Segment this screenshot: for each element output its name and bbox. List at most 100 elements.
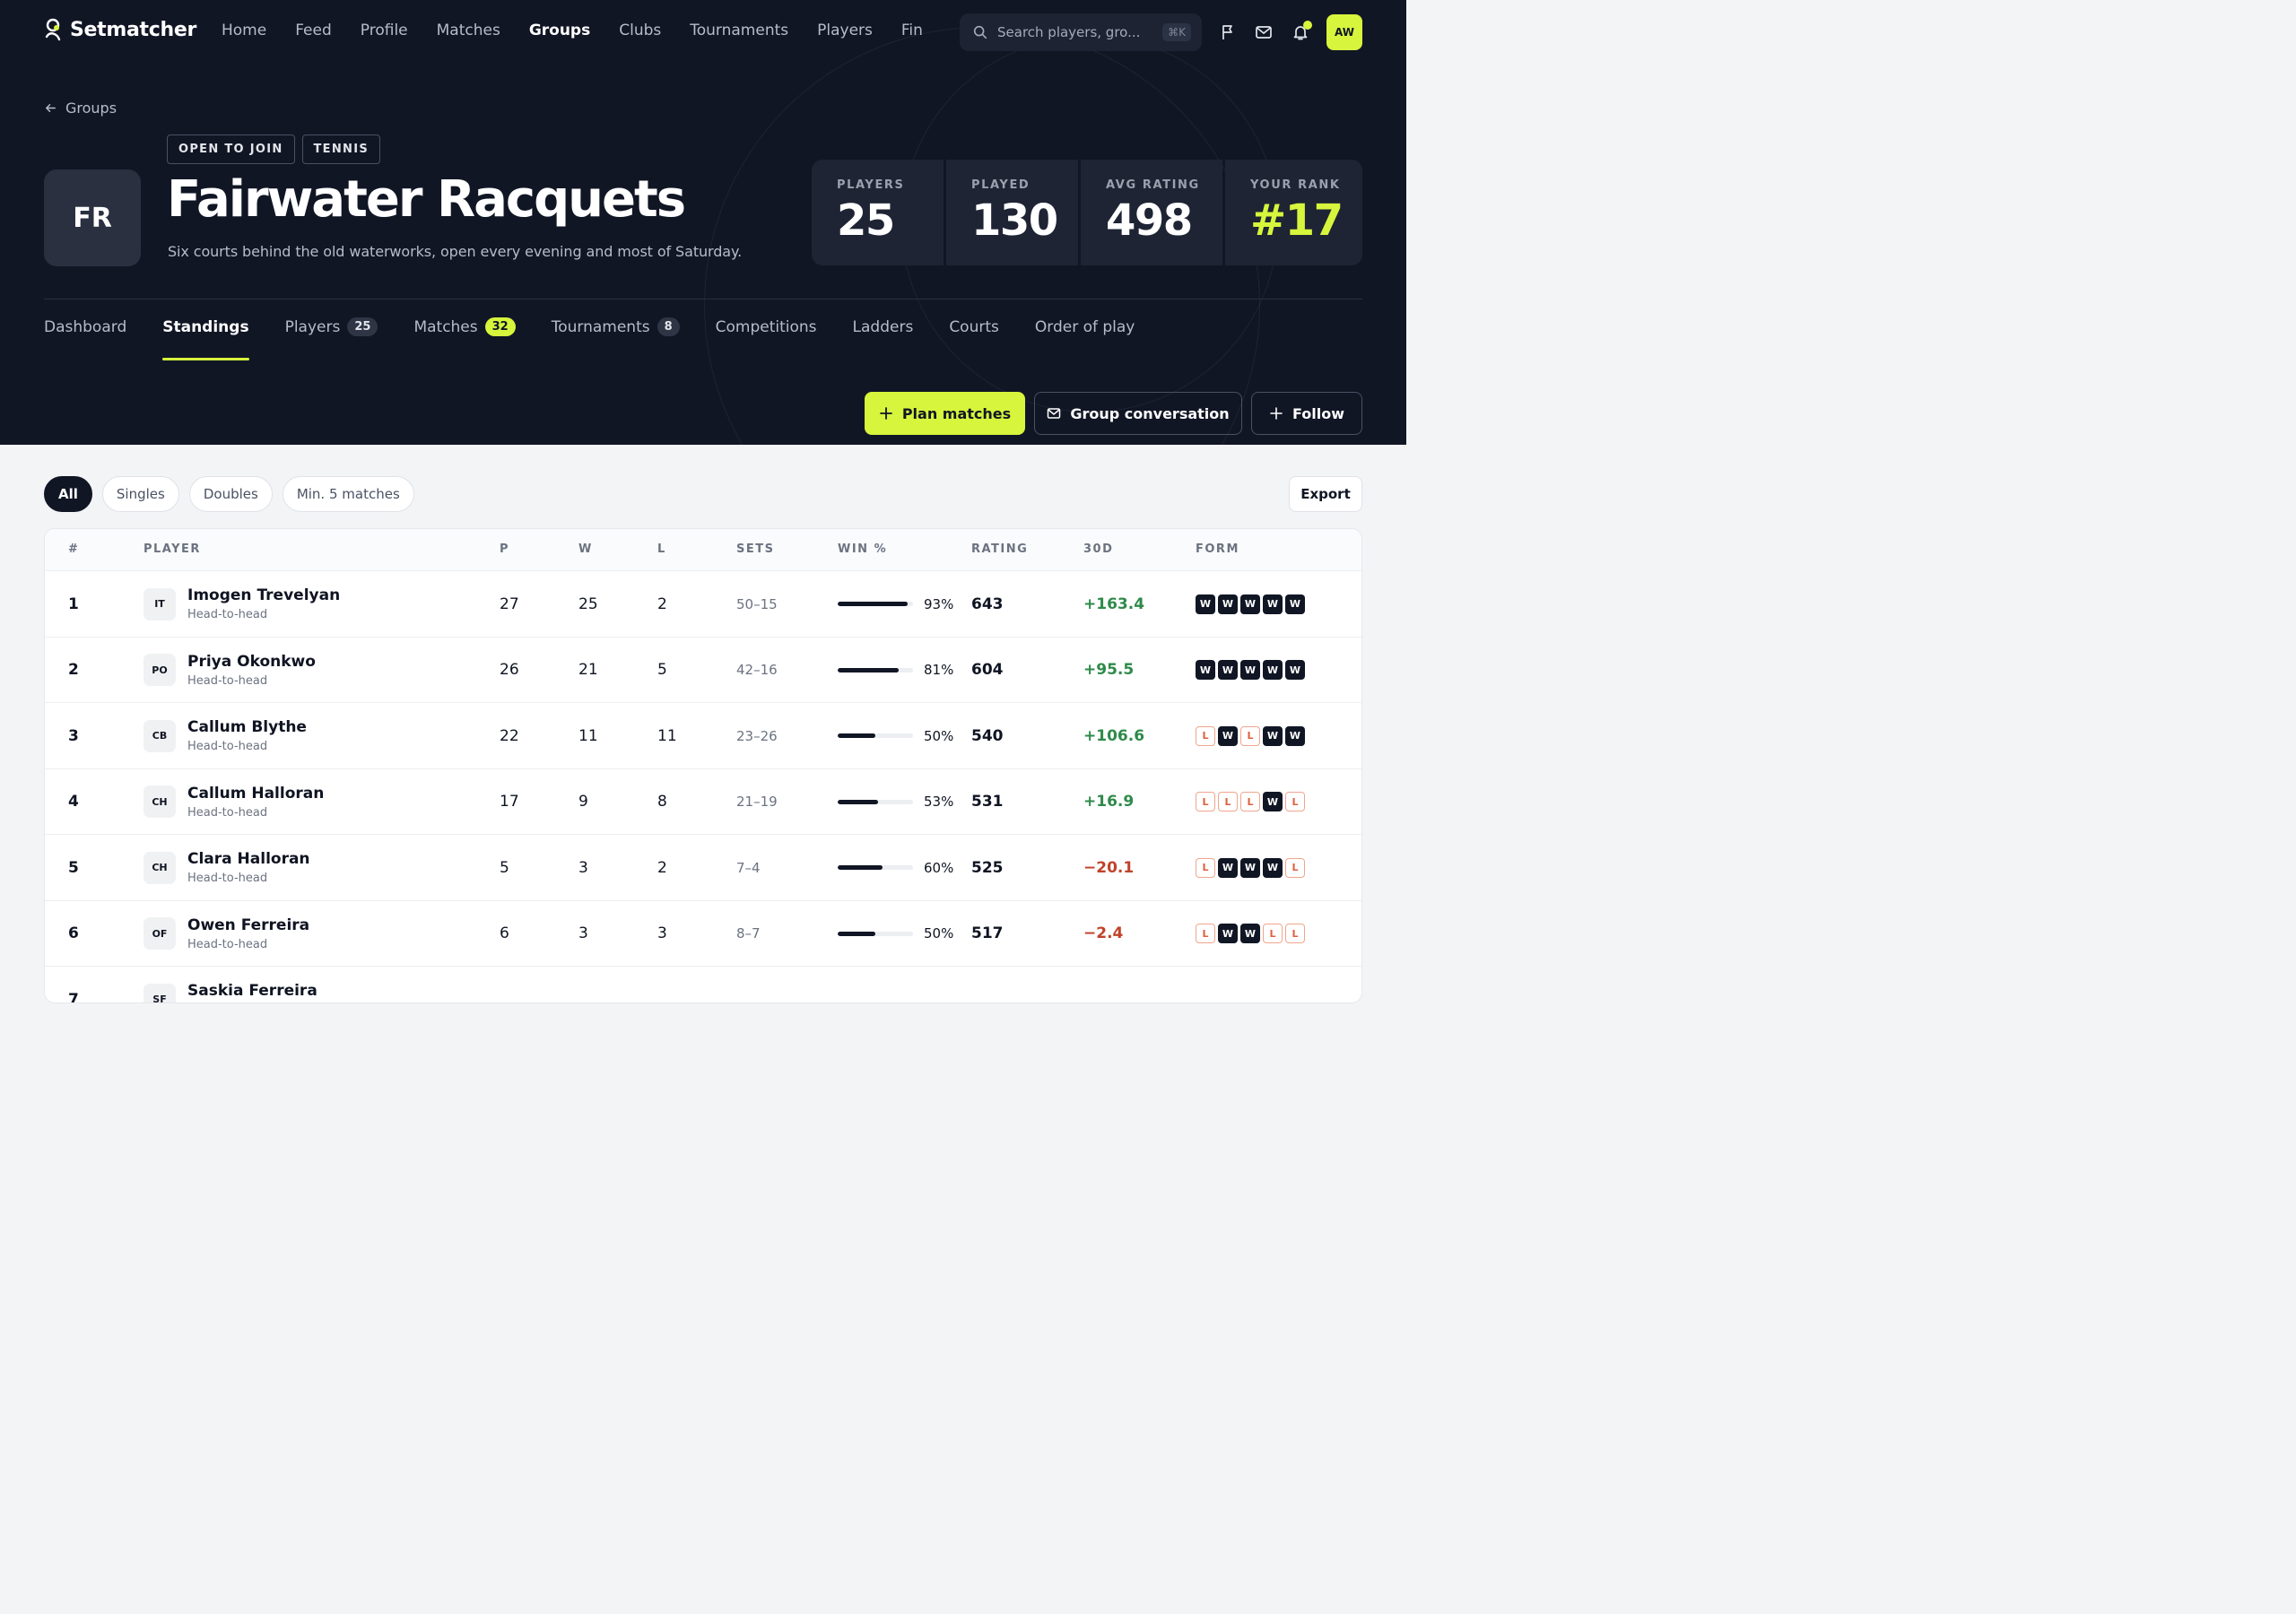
form-loss: L	[1218, 792, 1238, 811]
tab-order-of-play[interactable]: Order of play	[1035, 316, 1135, 360]
form-loss: L	[1196, 792, 1215, 811]
table-row[interactable]: 1 IT Imogen Trevelyan Head-to-head 27 25 2 50–1…	[45, 571, 1361, 638]
tab-matches[interactable]: Matches 32	[413, 316, 516, 360]
column-header[interactable]: PLAYER	[144, 542, 201, 556]
player-avatar: OF	[144, 917, 176, 950]
back-to-groups-link[interactable]: Groups	[44, 100, 117, 117]
tab-competitions[interactable]: Competitions	[716, 316, 817, 360]
brand-name: Setmatcher	[70, 18, 197, 41]
win-pct-cell: 93%	[838, 571, 953, 637]
stat-avg-rating: AVG RATING 498	[1081, 160, 1222, 265]
column-header[interactable]: W	[578, 542, 593, 556]
form-win: W	[1240, 660, 1260, 680]
column-header[interactable]: FORM	[1196, 542, 1239, 556]
head-to-head-link[interactable]: Head-to-head	[187, 674, 316, 688]
form-win: W	[1240, 924, 1260, 943]
nav-link-matches[interactable]: Matches	[437, 22, 500, 39]
rank-cell: 6	[68, 901, 79, 967]
player-name[interactable]: Owen Ferreira	[187, 916, 309, 934]
recent-form: LLLWL	[1196, 792, 1305, 811]
plus-icon	[879, 407, 892, 420]
table-row[interactable]: 2 PO Priya Okonkwo Head-to-head 26 21 5 42–16 81…	[45, 638, 1361, 703]
sets-cell: 50–15	[736, 571, 778, 637]
nav-link-clubs[interactable]: Clubs	[619, 22, 661, 39]
brand-logo[interactable]: Setmatcher	[43, 18, 196, 41]
filter-doubles[interactable]: Doubles	[188, 476, 273, 512]
form-loss: L	[1263, 924, 1283, 943]
mail-icon[interactable]	[1255, 23, 1273, 41]
search-box[interactable]: ⌘K	[960, 13, 1202, 51]
table-row[interactable]: 6 OF Owen Ferreira Head-to-head 6 3 3 8–7 50% 517…	[45, 901, 1361, 967]
head-to-head-link[interactable]: Head-to-head	[187, 806, 324, 820]
player-avatar: CB	[144, 719, 176, 752]
rating-change-30d: −2.4	[1083, 924, 1124, 942]
player-name[interactable]: Callum Halloran	[187, 785, 324, 803]
column-header[interactable]: L	[657, 542, 666, 556]
tab-dashboard[interactable]: Dashboard	[44, 316, 126, 360]
tab-ladders[interactable]: Ladders	[853, 316, 914, 360]
nav-link-fin[interactable]: Fin	[901, 22, 925, 39]
recent-form: WWWWW	[1196, 594, 1305, 614]
player-info: Saskia FerreiraHead-to-head	[187, 982, 317, 1002]
form-win: W	[1263, 660, 1283, 680]
filter-all[interactable]: All	[44, 476, 92, 512]
plan-matches-button[interactable]: Plan matches	[865, 392, 1025, 435]
column-header[interactable]: RATING	[971, 542, 1028, 556]
head-to-head-link[interactable]: Head-to-head	[187, 608, 340, 621]
standings-table: # PLAYER P W L SETS WIN % RATING 30D FORM 1 IT Imog…	[44, 528, 1362, 1003]
tab-standings[interactable]: Standings	[162, 316, 249, 360]
nav-link-tournaments[interactable]: Tournaments	[690, 22, 788, 39]
form-cell: LLLWL	[1196, 769, 1305, 835]
column-header[interactable]: SETS	[736, 542, 774, 556]
player-avatar: IT	[144, 587, 176, 620]
head-to-head-link[interactable]: Head-to-head	[187, 938, 309, 951]
filter-singles[interactable]: Singles	[101, 476, 179, 512]
win-pct-cell: 60%	[838, 835, 953, 900]
wins-cell: 3	[578, 835, 588, 900]
column-header[interactable]: WIN %	[838, 542, 887, 556]
stat-label: PLAYERS	[837, 178, 905, 192]
filter-min-5-matches[interactable]: Min. 5 matches	[282, 476, 414, 512]
table-row[interactable]: 3 CB Callum Blythe Head-to-head 22 11 11 23–26 5…	[45, 703, 1361, 769]
nav-link-profile[interactable]: Profile	[361, 22, 408, 39]
tab-players[interactable]: Players 25	[285, 316, 378, 360]
head-to-head-link[interactable]: Head-to-head	[187, 872, 310, 885]
column-header[interactable]: P	[500, 542, 509, 556]
form-cell: WWWWW	[1196, 638, 1305, 703]
nav-link-groups[interactable]: Groups	[529, 22, 590, 39]
form-win: W	[1218, 725, 1238, 746]
table-row[interactable]: 4 CH Callum Halloran Head-to-head 17 9 8 21–19 5…	[45, 769, 1361, 835]
win-pct-bar-fill	[838, 865, 883, 870]
nav-link-home[interactable]: Home	[222, 22, 266, 39]
table-row[interactable]: 5 CH Clara Halloran Head-to-head 5 3 2 7–4 60% 52…	[45, 835, 1361, 901]
user-avatar[interactable]: AW	[1326, 14, 1362, 50]
player-cell: PO Priya Okonkwo Head-to-head	[144, 638, 316, 703]
column-header[interactable]: 30D	[1083, 542, 1113, 556]
sets-cell: 7–4	[736, 835, 761, 900]
export-button[interactable]: Export	[1289, 476, 1362, 512]
wins: 11	[578, 726, 598, 745]
player-name[interactable]: Priya Okonkwo	[187, 653, 316, 671]
search-input[interactable]	[997, 24, 1163, 40]
group-conversation-button[interactable]: Group conversation	[1034, 392, 1242, 435]
follow-button[interactable]: Follow	[1251, 392, 1362, 435]
player-name[interactable]: Saskia Ferreira	[187, 982, 317, 1000]
player-cell: IT Imogen Trevelyan Head-to-head	[144, 571, 340, 637]
tab-tournaments[interactable]: Tournaments 8	[552, 316, 680, 360]
head-to-head-link[interactable]: Head-to-head	[187, 740, 307, 753]
rating-change-cell: +163.4	[1083, 571, 1144, 637]
tab-label: Courts	[949, 318, 999, 336]
nav-link-feed[interactable]: Feed	[295, 22, 332, 39]
player-avatar: CH	[144, 851, 176, 884]
played-cell: 22	[500, 703, 519, 768]
player-name[interactable]: Callum Blythe	[187, 718, 307, 736]
player-name[interactable]: Clara Halloran	[187, 850, 310, 868]
form-cell: LWLWW	[1196, 703, 1305, 768]
form-cell: WWWWW	[1196, 571, 1305, 637]
nav-link-players[interactable]: Players	[817, 22, 873, 39]
player-name[interactable]: Imogen Trevelyan	[187, 586, 340, 604]
table-row[interactable]: 7 SF Saskia FerreiraHead-to-head	[45, 967, 1361, 1002]
form-win: W	[1285, 660, 1305, 680]
flag-icon[interactable]	[1219, 23, 1237, 41]
tab-courts[interactable]: Courts	[949, 316, 999, 360]
